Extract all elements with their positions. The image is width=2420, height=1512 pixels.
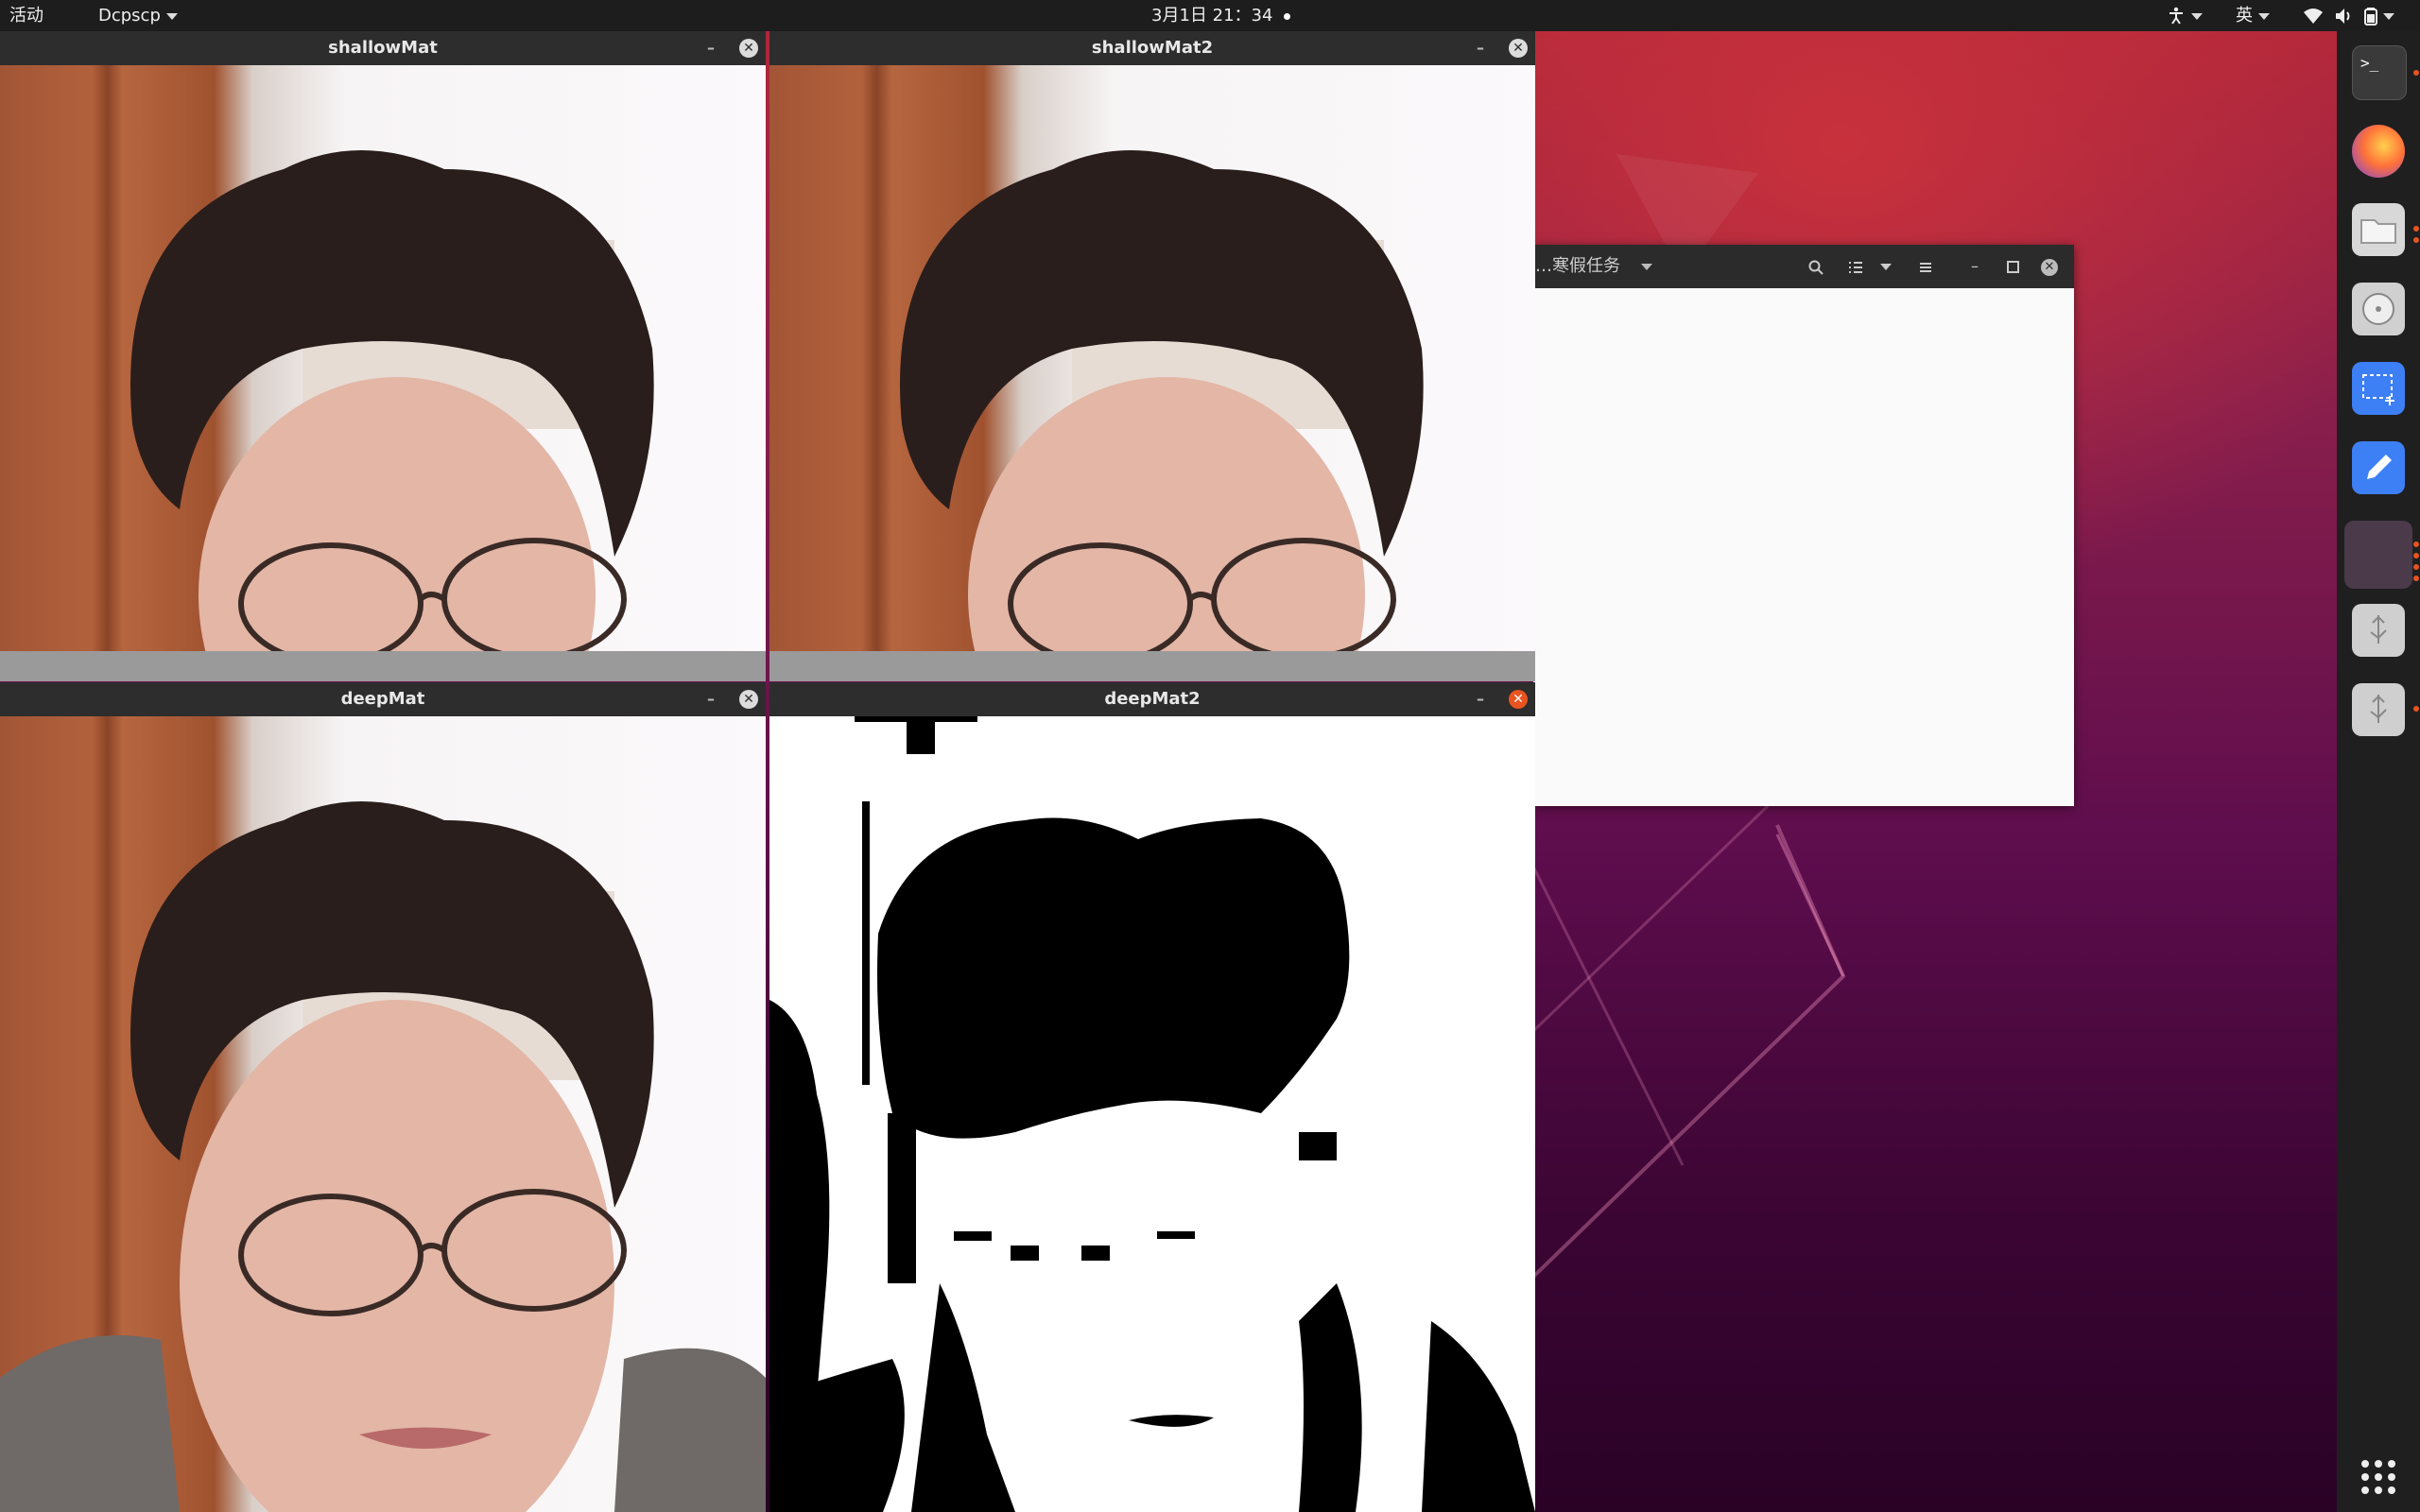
camera-frame — [0, 716, 766, 1512]
usb-drive-icon[interactable] — [2352, 683, 2405, 736]
notification-dot-icon — [1284, 12, 1291, 20]
file-manager-content[interactable] — [1533, 288, 2074, 806]
minimize-button[interactable]: – — [1961, 253, 1989, 280]
close-button[interactable]: ✕ — [2035, 253, 2064, 280]
running-app-icon[interactable] — [2344, 521, 2412, 589]
search-icon — [1808, 260, 1824, 275]
camera-frame — [769, 65, 1535, 681]
text-editor-icon[interactable] — [2352, 441, 2405, 494]
input-method-menu[interactable]: 英 — [2236, 0, 2270, 31]
show-apps-icon[interactable] — [2352, 1451, 2405, 1503]
close-button[interactable]: ✕ — [739, 690, 758, 709]
wifi-icon — [2304, 9, 2323, 24]
running-indicator — [2413, 564, 2419, 570]
face-photo — [0, 801, 766, 1512]
firefox-icon[interactable] — [2352, 125, 2405, 178]
files-icon[interactable] — [2352, 203, 2405, 256]
minimize-button[interactable]: – — [700, 31, 722, 65]
shallowmat2-window[interactable]: shallowMat2 – ✕ — [769, 31, 1535, 681]
close-button[interactable]: ✕ — [739, 39, 758, 58]
camera-frame — [0, 65, 766, 681]
window-title: deepMat2 — [1104, 689, 1201, 709]
running-indicator — [2413, 553, 2419, 558]
view-list-button[interactable] — [1841, 253, 1870, 280]
minimize-icon: – — [1971, 257, 1979, 275]
running-indicator — [2413, 541, 2419, 547]
app-grid-glyph — [2361, 1460, 2395, 1494]
close-button[interactable]: ✕ — [1509, 39, 1528, 58]
running-indicator — [2413, 576, 2419, 581]
window-title: shallowMat — [328, 38, 438, 58]
path-label: …寒假任务 — [1535, 256, 1620, 276]
volume-icon — [2335, 9, 2350, 24]
deepmat2-window[interactable]: deepMat2 – ✕ — [769, 682, 1535, 1512]
hamburger-menu-icon — [1920, 262, 1931, 272]
running-indicator — [2413, 70, 2419, 76]
threshold-frame — [769, 716, 1535, 1512]
window-titlebar[interactable]: deepMat – ✕ — [0, 682, 766, 716]
minimize-button[interactable]: – — [700, 682, 722, 716]
accessibility-menu[interactable] — [2167, 0, 2203, 31]
pencil-glyph — [2367, 455, 2392, 479]
window-title: shallowMat2 — [1091, 38, 1214, 58]
minimize-button[interactable]: – — [1469, 682, 1492, 716]
usb-glyph — [2370, 615, 2387, 644]
window-titlebar[interactable]: deepMat2 – ✕ — [769, 682, 1535, 716]
file-manager-headerbar: …寒假任务 – ✕ — [1533, 245, 2074, 288]
clock-label: 3月1日 21：34 — [1151, 6, 1273, 26]
app-menu-label: Dcpscp — [98, 6, 161, 26]
running-indicator — [2413, 237, 2419, 243]
chevron-down-icon — [2383, 12, 2395, 20]
app-menu-button[interactable]: Dcpscp — [98, 0, 178, 31]
activities-label: 活动 — [9, 6, 43, 26]
camera-image — [0, 716, 766, 1512]
disk-icon[interactable] — [2352, 283, 2405, 335]
camera-image — [0, 65, 766, 681]
chevron-down-icon — [2191, 12, 2203, 20]
threshold-image — [769, 716, 1535, 1512]
maximize-icon — [2006, 261, 2019, 273]
face-photo — [769, 150, 1535, 681]
terminal-icon[interactable]: >_ — [2352, 45, 2407, 100]
accessibility-icon — [2169, 7, 2183, 25]
search-button[interactable] — [1802, 253, 1830, 280]
selection-glyph — [2362, 374, 2394, 405]
maximize-button[interactable] — [1998, 253, 2027, 280]
camera-image — [769, 65, 1535, 681]
running-indicator — [2413, 706, 2419, 712]
usb-glyph — [2370, 695, 2387, 723]
file-manager-window[interactable]: …寒假任务 – ✕ — [1533, 245, 2074, 806]
close-button[interactable]: ✕ — [1509, 690, 1528, 709]
shallowmat-window[interactable]: shallowMat – ✕ — [0, 31, 766, 681]
battery-icon — [2364, 8, 2378, 26]
face-photo — [0, 150, 766, 681]
list-view-icon — [1849, 261, 1862, 273]
close-icon: ✕ — [2041, 258, 2058, 276]
system-menu[interactable] — [2303, 0, 2395, 31]
deepmat-window[interactable]: deepMat – ✕ — [0, 682, 766, 1512]
screenshot-icon[interactable] — [2352, 362, 2405, 415]
window-titlebar[interactable]: shallowMat – ✕ — [0, 31, 766, 65]
input-method-label: 英 — [2236, 6, 2253, 26]
chevron-down-icon — [2258, 12, 2270, 20]
folder-glyph — [2360, 219, 2396, 244]
dock: >_ — [2337, 31, 2420, 1512]
chevron-down-icon — [165, 12, 178, 20]
activities-button[interactable]: 活动 — [9, 0, 43, 31]
top-panel: 活动 Dcpscp 3月1日 21：34 英 — [0, 0, 2420, 31]
chevron-down-icon — [1880, 264, 1892, 270]
clock-button[interactable]: 3月1日 21：34 — [1151, 0, 1291, 31]
window-title: deepMat — [340, 689, 425, 709]
view-options-button[interactable] — [1876, 253, 1896, 280]
disk-glyph — [2362, 293, 2394, 325]
menu-button[interactable] — [1911, 253, 1940, 280]
running-indicator — [2413, 226, 2419, 232]
chevron-down-icon — [1641, 263, 1652, 270]
terminal-prompt-glyph: >_ — [2360, 54, 2379, 72]
usb-drive-icon[interactable] — [2352, 604, 2405, 657]
window-titlebar[interactable]: shallowMat2 – ✕ — [769, 31, 1535, 65]
minimize-button[interactable]: – — [1469, 31, 1492, 65]
path-bar[interactable]: …寒假任务 — [1533, 245, 1652, 288]
